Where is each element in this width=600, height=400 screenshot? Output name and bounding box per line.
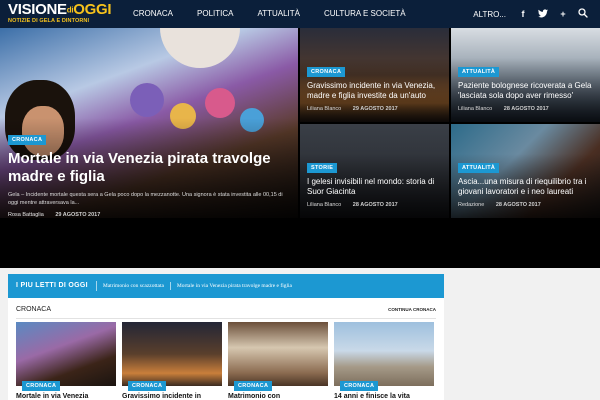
content-panel: I PIU LETTI DI OGGI Matrimonio con scazz… [8, 274, 444, 400]
hero-main-image [160, 28, 240, 68]
hero-tile-article[interactable]: STORIE I gelesi invisibili nel mondo: st… [300, 124, 449, 218]
card-image[interactable] [228, 322, 328, 386]
card-image[interactable] [334, 322, 434, 386]
category-badge[interactable]: CRONACA [234, 381, 273, 391]
menu-item-politica[interactable]: POLITICA [185, 0, 245, 28]
card-image[interactable] [16, 322, 116, 386]
category-badge[interactable]: ATTUALITÀ [458, 163, 500, 173]
article-meta: Liliana Blanco 28 AGOSTO 2017 [458, 106, 596, 112]
tile-title[interactable]: Gravissimo incidente in via Venezia, mad… [307, 81, 445, 101]
hero-main-article[interactable]: CRONACA Mortale in via Venezia pirata tr… [0, 28, 298, 218]
site-logo[interactable]: VISIONEdiOGGI NOTIZIE DI GELA E DINTORNI [8, 2, 120, 26]
menu-item-cultura-e-societa[interactable]: CULTURA E SOCIETÀ [312, 0, 418, 28]
category-badge[interactable]: STORIE [307, 163, 338, 173]
section-title: CRONACA [16, 306, 52, 313]
plus-icon[interactable]: + [558, 9, 568, 19]
most-read-label: I PIU LETTI DI OGGI [8, 281, 97, 291]
tile-text: STORIE I gelesi invisibili nel mondo: st… [307, 156, 445, 208]
hero-tile-article[interactable]: CRONACA Gravissimo incidente in via Vene… [300, 28, 449, 122]
tile-text: CRONACA Gravissimo incidente in via Vene… [307, 60, 445, 112]
publish-date: 28 AGOSTO 2017 [495, 202, 541, 208]
tile-text: ATTUALITÀ Ascia...una misura di riequili… [458, 156, 596, 208]
author-name[interactable]: Liliana Blanco [307, 202, 341, 208]
publish-date: 28 AGOSTO 2017 [503, 106, 549, 112]
tile-title[interactable]: I gelesi invisibili nel mondo: storia di… [307, 177, 445, 197]
card-title[interactable]: Gravissimo incidente in [122, 392, 222, 400]
top-navbar: VISIONEdiOGGI NOTIZIE DI GELA E DINTORNI… [0, 0, 600, 28]
article-card[interactable]: CRONACA 14 anni e finisce la vita [334, 322, 434, 400]
most-read-item[interactable]: Matrimonio con scazzottata [97, 282, 171, 290]
most-read-item[interactable]: Mortale in via Venezia pirata travolge m… [171, 282, 298, 290]
category-badge[interactable]: CRONACA [22, 381, 61, 391]
hero-grid: CRONACA Mortale in via Venezia pirata tr… [0, 28, 600, 218]
hero-tile-article[interactable]: ATTUALITÀ Ascia...una misura di riequili… [451, 124, 600, 218]
author-name[interactable]: Liliana Blanco [458, 106, 492, 112]
category-badge[interactable]: CRONACA [8, 135, 47, 145]
article-meta: Liliana Blanco 28 AGOSTO 2017 [307, 202, 445, 208]
article-card[interactable]: CRONACA Mortale in via Venezia [16, 322, 116, 400]
hero-main-text: CRONACA Mortale in via Venezia pirata tr… [8, 128, 293, 218]
card-image[interactable] [122, 322, 222, 386]
article-meta: Redazione 28 AGOSTO 2017 [458, 202, 596, 208]
category-badge[interactable]: CRONACA [340, 381, 379, 391]
nav-right: ALTRO... f + [473, 0, 588, 28]
balloon-shape [130, 83, 164, 117]
author-name[interactable]: Liliana Blanco [307, 106, 341, 112]
section-more-link[interactable]: CONTINUA CRONACA [388, 307, 436, 312]
article-card[interactable]: CRONACA Gravissimo incidente in [122, 322, 222, 400]
article-meta: Liliana Blanco 29 AGOSTO 2017 [307, 106, 445, 112]
facebook-icon[interactable]: f [518, 9, 528, 19]
publish-date: 28 AGOSTO 2017 [352, 202, 398, 208]
card-title[interactable]: Matrimonio con [228, 392, 328, 400]
card-title[interactable]: 14 anni e finisce la vita [334, 392, 434, 400]
menu-item-attualita[interactable]: ATTUALITÀ [245, 0, 312, 28]
tile-title[interactable]: Ascia...una misura di riequilibrio tra i… [458, 177, 596, 197]
sidebar-area [450, 274, 600, 400]
ad-banner-area [0, 218, 600, 268]
author-name[interactable]: Redazione [458, 202, 484, 208]
publish-date: 29 AGOSTO 2017 [352, 106, 398, 112]
main-menu: CRONACA POLITICA ATTUALITÀ CULTURA E SOC… [133, 0, 418, 28]
hero-main-excerpt: Gela – Incidente mortale questa sera a G… [8, 192, 283, 206]
article-card[interactable]: CRONACA Matrimonio con [228, 322, 328, 400]
search-icon[interactable] [578, 8, 588, 20]
menu-item-altro[interactable]: ALTRO... [473, 10, 506, 19]
category-badge[interactable]: CRONACA [307, 67, 346, 77]
card-title[interactable]: Mortale in via Venezia [16, 392, 116, 400]
logo-tagline: NOTIZIE DI GELA E DINTORNI [8, 17, 90, 24]
hero-tile-article[interactable]: ATTUALITÀ Paziente bolognese ricoverata … [451, 28, 600, 122]
category-badge[interactable]: ATTUALITÀ [458, 67, 500, 77]
twitter-icon[interactable] [538, 8, 548, 20]
tile-text: ATTUALITÀ Paziente bolognese ricoverata … [458, 60, 596, 112]
tile-title[interactable]: Paziente bolognese ricoverata a Gela 'la… [458, 81, 596, 101]
divider [16, 318, 436, 319]
hero-main-title[interactable]: Mortale in via Venezia pirata travolge m… [8, 150, 293, 186]
category-badge[interactable]: CRONACA [128, 381, 167, 391]
most-read-ticker: I PIU LETTI DI OGGI Matrimonio con scazz… [8, 274, 444, 298]
logo-wordmark: VISIONEdiOGGI [8, 1, 112, 18]
section-header: CRONACA CONTINUA CRONACA [16, 306, 436, 316]
menu-item-cronaca[interactable]: CRONACA [133, 0, 185, 28]
balloon-shape [205, 88, 235, 118]
